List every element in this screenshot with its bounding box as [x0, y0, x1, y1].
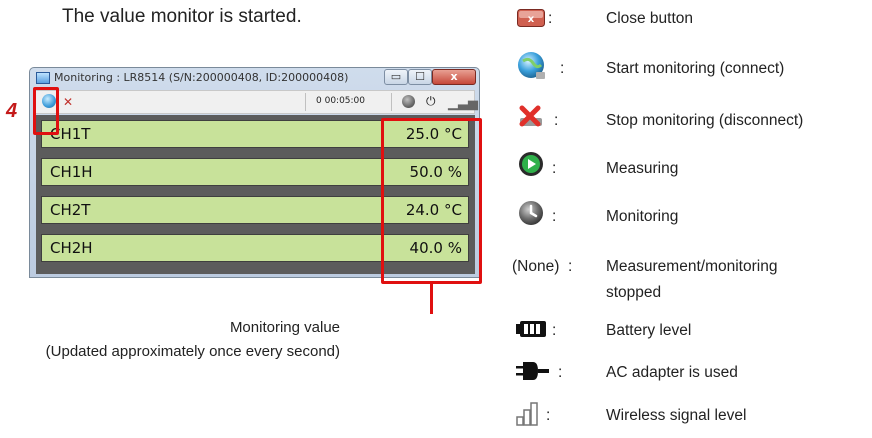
legend-label: Start monitoring (connect): [606, 60, 785, 77]
close-button-icon: x: [517, 9, 545, 27]
ac-adapter-status-icon: ⏻: [426, 94, 436, 108]
maximize-icon: ☐: [415, 70, 425, 83]
channel-name: CH2H: [50, 239, 93, 257]
legend-label: Measuring: [606, 160, 679, 177]
start-monitoring-icon: [516, 50, 548, 82]
svg-text:x: x: [528, 14, 535, 25]
app-window-icon: [36, 72, 50, 84]
monitoring-status-icon: [402, 95, 415, 108]
callout-line-2: (Updated approximately once every second…: [45, 343, 340, 360]
channel-name: CH2T: [50, 201, 91, 219]
maximize-button[interactable]: ☐: [408, 69, 432, 85]
step-number: 4: [6, 100, 18, 122]
start-button-highlight: [33, 87, 59, 135]
wireless-signal-icon: [516, 400, 542, 426]
window-title: Monitoring : LR8514 (S/N:200000408, ID:2…: [54, 71, 349, 84]
legend-label-continued: stopped: [606, 284, 662, 301]
legend-label: Monitoring: [606, 208, 679, 225]
value-column-highlight: [381, 118, 482, 284]
toolbar-divider: [305, 93, 306, 111]
minimize-button[interactable]: ▭: [384, 69, 408, 85]
legend-label: AC adapter is used: [606, 364, 738, 381]
title-bar[interactable]: Monitoring : LR8514 (S/N:200000408, ID:2…: [30, 68, 479, 88]
close-button[interactable]: x: [432, 69, 476, 85]
minimize-icon: ▭: [390, 70, 402, 83]
channel-name: CH1H: [50, 163, 93, 181]
none-indicator-text: (None): [512, 258, 560, 275]
toolbar: ✕ 0 00:05:00 ⏻ ▁▃▅: [34, 90, 478, 114]
stop-monitoring-button[interactable]: ✕: [63, 95, 73, 109]
intro-text: The value monitor is started.: [62, 6, 302, 27]
stop-monitoring-icon: [516, 104, 548, 132]
legend-label: Stop monitoring (disconnect): [606, 112, 804, 129]
callout-leader-line: [430, 284, 433, 314]
icon-legend: x : Close button : Start monitoring (con…: [512, 9, 804, 426]
legend-label: Wireless signal level: [606, 407, 747, 424]
toolbar-divider: [391, 93, 392, 111]
measuring-icon: [518, 151, 546, 179]
ac-adapter-icon: [516, 361, 550, 381]
legend-label: Measurement/monitoring: [606, 258, 778, 275]
battery-level-icon: [516, 320, 548, 340]
close-icon: x: [450, 70, 458, 83]
legend-label: Battery level: [606, 322, 692, 339]
callout-line-1: Monitoring value: [229, 319, 340, 336]
wireless-signal-status-icon: ▁▃▅: [448, 95, 478, 110]
elapsed-time: 0 00:05:00: [316, 96, 366, 106]
legend-label: Close button: [606, 10, 694, 27]
monitoring-icon: [518, 200, 546, 228]
